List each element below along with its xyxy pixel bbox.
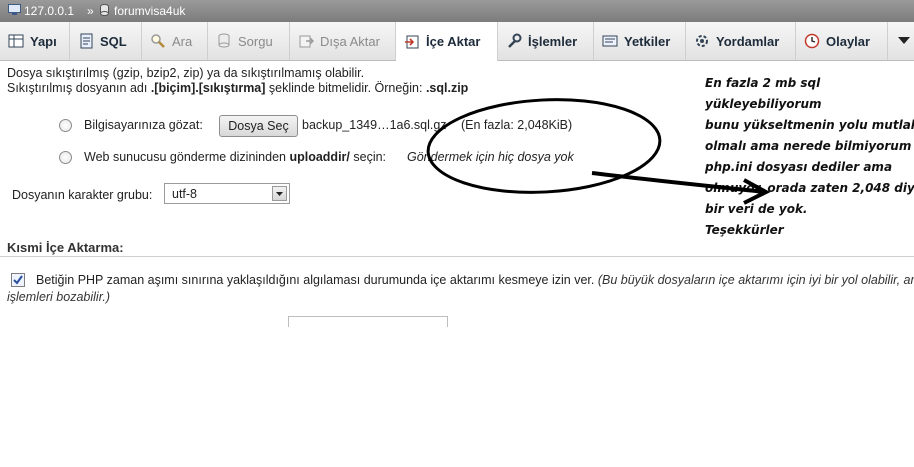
- annotation-arrow: [591, 171, 766, 194]
- annotation-circle: [426, 98, 662, 194]
- annotation-drawing: [426, 98, 771, 205]
